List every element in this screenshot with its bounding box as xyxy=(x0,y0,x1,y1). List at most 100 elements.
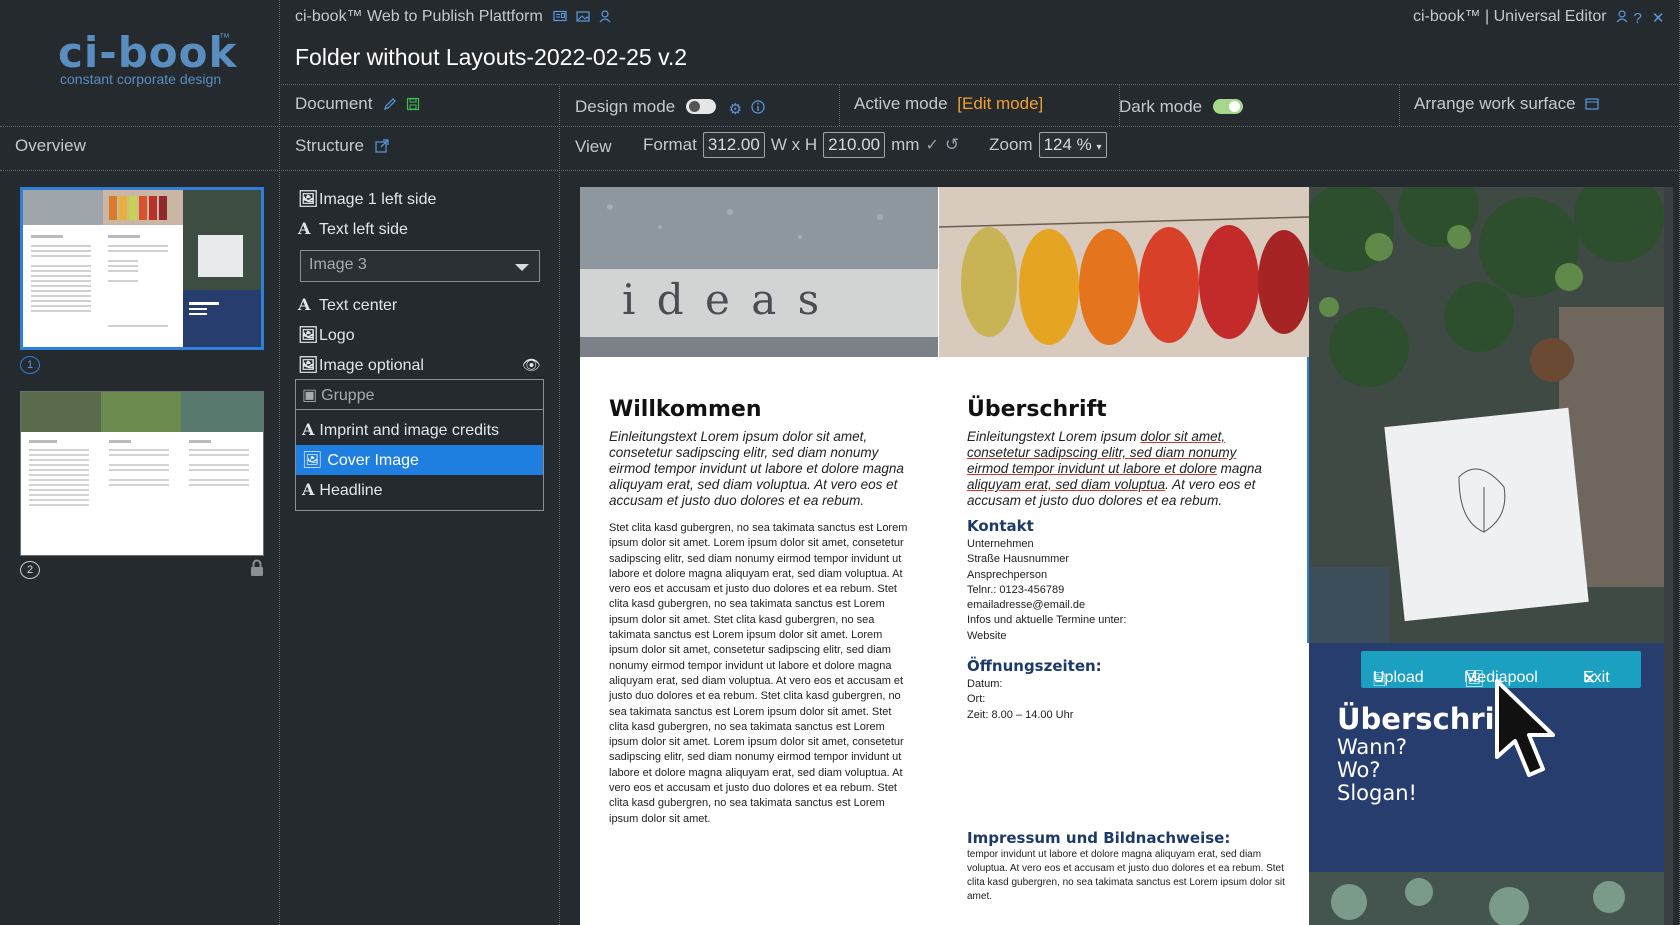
zoom-value: 124 % xyxy=(1043,135,1092,154)
document-canvas[interactable]: i d e a s Willkommen Einleitungstext Lor… xyxy=(580,187,1664,925)
dark-mode-section: Dark mode xyxy=(1119,97,1243,117)
structure-item-cover-image[interactable]: 🖼 Cover Image xyxy=(296,445,543,475)
structure-item-text-center[interactable]: A Text center xyxy=(298,295,397,315)
image-gallery-icon[interactable] xyxy=(576,9,590,23)
structure-item-text-left[interactable]: A Text left side xyxy=(298,219,408,239)
divider xyxy=(279,84,1680,85)
edit-pencil-icon[interactable] xyxy=(383,96,397,110)
image-icon: 🖼 xyxy=(302,452,323,469)
arrange-label: Arrange work surface xyxy=(1414,94,1576,113)
info-icon[interactable] xyxy=(751,99,765,114)
imprint-heading: Impressum und Bildnachweise: xyxy=(967,829,1231,847)
structure-item-headline[interactable]: A Headline xyxy=(296,475,543,505)
width-input[interactable]: 312.00 xyxy=(702,132,765,158)
logo-trademark: ™ xyxy=(219,32,230,44)
page-number-2[interactable]: 2 xyxy=(20,561,40,579)
structure-item-image-optional[interactable]: 🖼Image optional xyxy=(298,355,424,375)
hours-block: Datum: Ort: Zeit: 8.00 – 14.00 Uhr xyxy=(967,678,1074,721)
canvas-scrollbar[interactable] xyxy=(1664,187,1673,925)
structure-item-image-1[interactable]: 🖼Image 1 left side xyxy=(298,189,436,209)
image-leaves-photo[interactable] xyxy=(939,187,1309,357)
format-controls: Format 312.00 W x H 210.00 mm ✓ ↺ Zoom 1… xyxy=(643,132,1107,158)
contact-heading: Kontakt xyxy=(967,517,1034,535)
divider xyxy=(559,84,560,925)
divider xyxy=(279,0,280,925)
divider xyxy=(0,170,1680,171)
format-label: Format xyxy=(643,135,697,154)
help-icon[interactable]: ? xyxy=(1633,10,1647,27)
hours-heading: Öffnungszeiten: xyxy=(967,657,1102,675)
cover-lines: Wann? Wo? Slogan! xyxy=(1337,735,1417,805)
image-ideas-photo[interactable]: i d e a s xyxy=(580,187,938,357)
editor-title: ci-book™ | Universal Editor xyxy=(1413,8,1607,25)
ci-book-logo: ci-book ™ constant corporate design xyxy=(0,0,280,125)
active-mode-label: Active mode xyxy=(854,94,948,113)
structure-item-imprint[interactable]: A Imprint and image credits xyxy=(296,415,543,445)
structure-header: Structure xyxy=(295,136,389,156)
settings-gears-icon[interactable]: ⚙ xyxy=(729,100,743,118)
unit-label: mm xyxy=(891,135,920,154)
col1-title: Willkommen xyxy=(609,397,762,422)
editor-title-bar: ci-book™ | Universal Editor ? ✕ xyxy=(1413,8,1666,27)
structure-label: Structure xyxy=(295,136,364,155)
chevron-down-icon: ▾ xyxy=(1096,142,1102,153)
imprint-body: tempor invidunt ut labore et dolore magn… xyxy=(967,849,1285,902)
col1-body: Stet clita kasd gubergren, no sea takima… xyxy=(609,522,908,825)
user-account-icon[interactable] xyxy=(1615,9,1629,23)
image-icon: 🖼 xyxy=(298,325,319,344)
document-title: Folder without Layouts-2022-02-25 v.2 xyxy=(295,44,688,70)
design-mode-toggle[interactable] xyxy=(685,99,716,114)
zoom-label: Zoom xyxy=(989,135,1033,154)
height-input[interactable]: 210.00 xyxy=(823,132,886,158)
col2-title: Überschrift xyxy=(967,397,1107,422)
image-select-dropdown[interactable]: Image 3 xyxy=(300,250,540,282)
divider xyxy=(1399,84,1400,126)
id-card-icon[interactable] xyxy=(553,9,567,23)
platform-title: ci-book™ Web to Publish Plattform xyxy=(295,8,543,25)
active-mode-section: Active mode [Edit mode] xyxy=(854,94,1043,114)
text-icon: A xyxy=(298,219,311,238)
arrange-section: Arrange work surface xyxy=(1414,94,1599,114)
zoom-select[interactable]: 124 % ▾ xyxy=(1038,132,1107,158)
document-section: Document xyxy=(295,94,420,114)
window-icon[interactable] xyxy=(1585,96,1599,110)
page-number-1[interactable]: 1 xyxy=(20,356,40,374)
view-label: View xyxy=(575,137,612,156)
group-header[interactable]: ▣ Gruppe xyxy=(296,380,543,410)
image-icon: 🖼 xyxy=(298,189,319,208)
active-mode-value[interactable]: [Edit mode] xyxy=(957,94,1043,113)
eye-visibility-icon[interactable]: 👁 xyxy=(522,356,541,374)
user-icon[interactable] xyxy=(598,9,612,23)
caret-down-icon xyxy=(515,264,529,271)
platform-title-bar: ci-book™ Web to Publish Plattform xyxy=(295,8,612,26)
logo-word: ci-book xyxy=(58,28,238,77)
design-mode-section: Design mode ⚙ xyxy=(575,97,765,118)
reset-undo-icon[interactable]: ↺ xyxy=(945,135,959,155)
lock-icon[interactable] xyxy=(249,559,265,582)
mouse-cursor-icon xyxy=(1493,677,1573,792)
group-icon: ▣ xyxy=(302,387,318,404)
document-label: Document xyxy=(295,94,373,113)
dark-mode-label: Dark mode xyxy=(1119,97,1203,116)
external-link-icon[interactable] xyxy=(375,138,389,153)
col2-intro: Einleitungstext Lorem ipsum dolor sit am… xyxy=(967,429,1262,508)
wxh-label: W x H xyxy=(770,135,818,154)
structure-item-logo[interactable]: 🖼Logo xyxy=(298,325,355,345)
divider xyxy=(839,84,840,126)
save-icon[interactable] xyxy=(406,96,420,111)
text-icon: A xyxy=(302,480,315,499)
page-thumbnail-2[interactable] xyxy=(20,391,264,556)
page-thumbnail-1[interactable] xyxy=(20,187,264,350)
logo-tagline: constant corporate design xyxy=(60,71,222,87)
col1-intro: Einleitungstext Lorem ipsum dolor sit am… xyxy=(609,429,904,508)
design-mode-label: Design mode xyxy=(575,97,676,116)
image-cover-photo[interactable] xyxy=(1309,187,1664,643)
overview-label: Overview xyxy=(15,136,86,155)
close-icon[interactable]: ✕ xyxy=(1652,9,1666,27)
text-icon: A xyxy=(298,295,311,314)
dark-mode-toggle[interactable] xyxy=(1212,99,1243,114)
ideas-engraved-text: i d e a s xyxy=(622,275,824,324)
bottom-plant-photo xyxy=(1309,872,1664,925)
divider xyxy=(0,126,1680,127)
apply-check-icon[interactable]: ✓ xyxy=(925,135,938,155)
